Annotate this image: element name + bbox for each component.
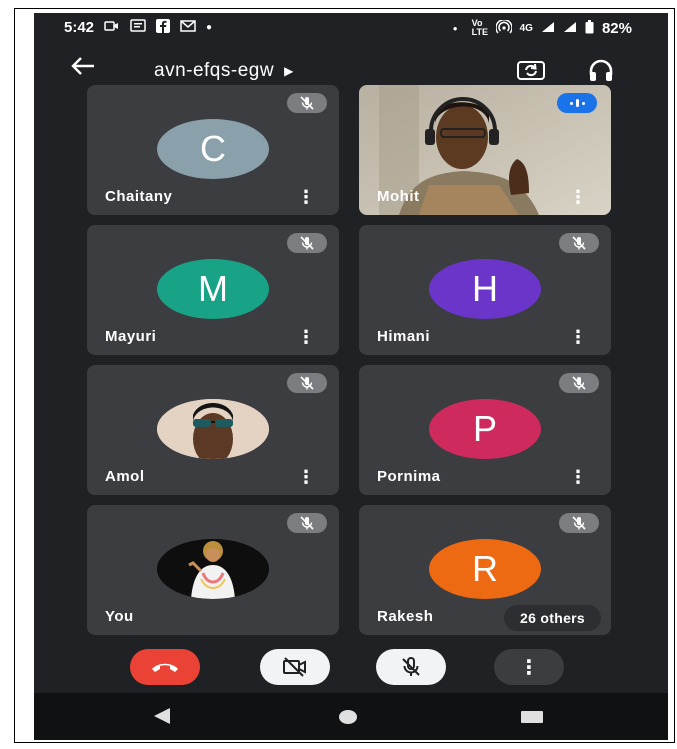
participant-name: You [105, 608, 134, 625]
profile-photo [157, 399, 269, 459]
system-nav-bar [34, 693, 668, 740]
more-options-button[interactable]: ⋮ [494, 649, 564, 685]
battery-icon [585, 19, 594, 37]
mic-off-icon [287, 233, 327, 253]
participant-tile[interactable]: P Pornima ⋮ [359, 365, 611, 495]
more-vert-icon[interactable]: ⋮ [297, 328, 315, 346]
call-controls: ⋮ [34, 643, 668, 691]
participant-name: Chaitany [105, 188, 173, 205]
avatar: H [429, 259, 541, 319]
meeting-code: avn-efqs-egw [154, 60, 275, 81]
more-vert-icon[interactable]: ⋮ [297, 468, 315, 486]
participant-name: Amol [105, 468, 145, 485]
notification-dot-icon: ● [452, 23, 458, 33]
facebook-icon [156, 19, 171, 36]
more-vert-icon: ⋮ [519, 656, 539, 679]
gmail-icon [180, 20, 196, 35]
back-arrow-icon[interactable] [70, 55, 96, 81]
more-vert-icon[interactable]: ⋮ [569, 328, 587, 346]
signal-icon [563, 21, 577, 36]
speaking-indicator-icon [557, 93, 597, 113]
more-vert-icon[interactable]: ⋮ [569, 188, 587, 206]
caret-right-icon: ▶ [284, 64, 294, 78]
participant-tile[interactable]: Mohit ⋮ [359, 85, 611, 215]
mic-off-icon [559, 373, 599, 393]
volte-label: Vo LTE [471, 18, 488, 37]
profile-photo [157, 539, 269, 599]
meeting-code-button[interactable]: avn-efqs-egw ▶ [154, 60, 294, 82]
end-call-button[interactable] [130, 649, 200, 685]
hotspot-icon [494, 18, 513, 37]
mic-off-icon [287, 513, 327, 533]
participant-tile[interactable]: M Mayuri ⋮ [87, 225, 339, 355]
mic-off-icon [559, 233, 599, 253]
phone-screen: 5:42 ● ● Vo LTE 4G 82% avn-efqs-egw ▶ C … [34, 13, 668, 740]
mic-off-icon [402, 657, 420, 676]
nav-recents-icon[interactable] [520, 710, 544, 729]
participant-name: Mohit [377, 188, 420, 205]
avatar: P [429, 399, 541, 459]
avatar [157, 399, 269, 459]
participant-tile[interactable]: R Rakesh 26 others [359, 505, 611, 635]
participant-tile[interactable]: You [87, 505, 339, 635]
notification-dot-icon: ● [206, 22, 213, 33]
status-bar: 5:42 ● ● Vo LTE 4G 82% [34, 13, 668, 45]
mic-off-icon [287, 373, 327, 393]
video-off-icon [283, 657, 306, 677]
avatar: M [157, 259, 269, 319]
participant-name: Mayuri [105, 328, 157, 345]
avatar: R [429, 539, 541, 599]
nav-back-icon[interactable] [152, 707, 172, 730]
mic-off-icon [287, 93, 327, 113]
headphones-icon[interactable] [584, 53, 618, 87]
participant-name: Himani [377, 328, 431, 345]
participant-tile[interactable]: H Himani ⋮ [359, 225, 611, 355]
phone-hangup-icon [152, 663, 178, 672]
more-vert-icon[interactable]: ⋮ [569, 468, 587, 486]
participant-name: Rakesh [377, 608, 434, 625]
battery-percent: 82% [601, 19, 632, 37]
avatar: C [157, 119, 269, 179]
more-vert-icon[interactable]: ⋮ [297, 188, 315, 206]
others-button[interactable]: 26 others [504, 605, 601, 631]
message-notification-icon [130, 19, 146, 36]
mic-off-icon [559, 513, 599, 533]
video-notification-icon [104, 20, 120, 35]
avatar [157, 539, 269, 599]
switch-camera-icon[interactable] [514, 53, 548, 87]
camera-toggle-button[interactable] [260, 649, 330, 685]
participant-name: Pornima [377, 468, 441, 485]
participant-tile[interactable]: Amol ⋮ [87, 365, 339, 495]
nav-home-icon[interactable] [338, 709, 358, 730]
status-time: 5:42 [64, 19, 95, 36]
participant-tile[interactable]: C Chaitany ⋮ [87, 85, 339, 215]
signal-icon [541, 21, 555, 36]
mic-toggle-button[interactable] [376, 649, 446, 685]
network-type-label: 4G [519, 22, 533, 34]
